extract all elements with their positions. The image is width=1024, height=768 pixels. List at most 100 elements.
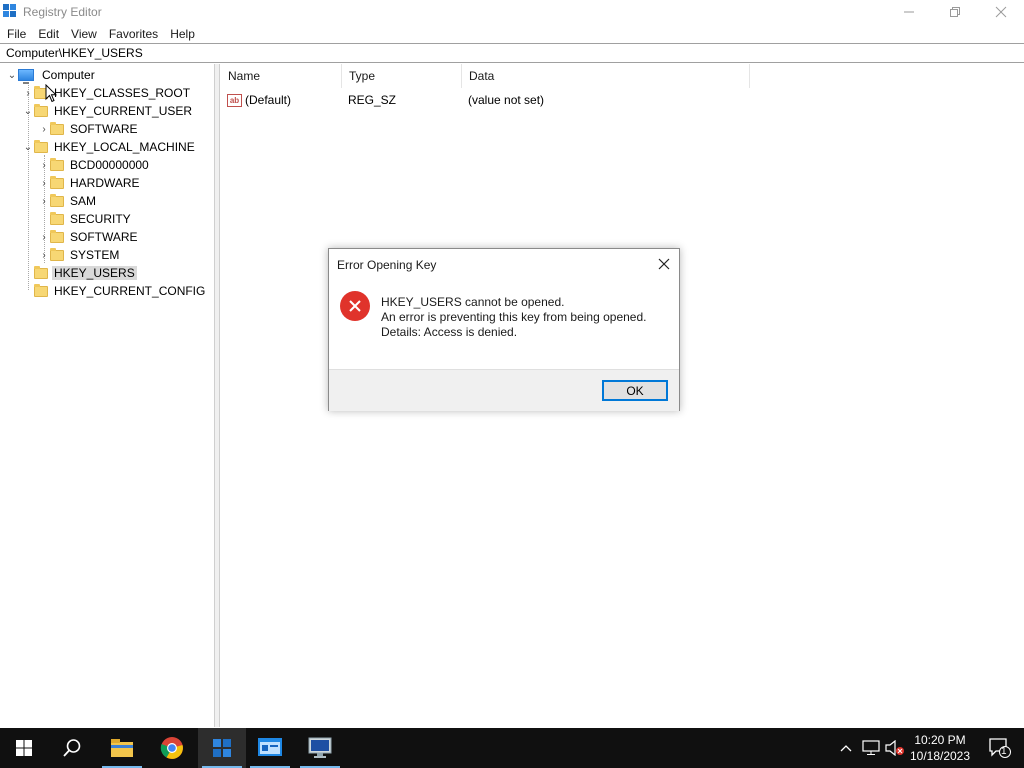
minimize-button[interactable] <box>886 0 932 24</box>
close-icon <box>995 6 1007 18</box>
tree-item-hkey-current-config[interactable]: HKEY_CURRENT_CONFIG <box>22 282 207 300</box>
chevron-up-icon <box>840 745 852 752</box>
address-path: Computer\HKEY_USERS <box>6 46 143 60</box>
chevron-down-icon[interactable]: ⌄ <box>6 66 18 84</box>
chevron-down-icon[interactable]: ⌄ <box>22 138 34 156</box>
control-panel-icon <box>258 738 282 756</box>
tree-item-label: HKEY_USERS <box>52 266 137 280</box>
key-tree: ⌄ Computer › HKEY_CLASSES_ROOT ⌄ HKEY_CU… <box>0 64 215 727</box>
notification-icon <box>989 738 1011 758</box>
folder-icon <box>50 247 64 261</box>
value-name: (Default) <box>245 93 292 107</box>
chevron-right-icon[interactable]: › <box>38 156 50 174</box>
tree-item-hkey-local-machine[interactable]: ⌄ HKEY_LOCAL_MACHINE <box>22 138 197 156</box>
tree-item-label: SAM <box>70 194 97 208</box>
tree-item-label: HARDWARE <box>70 176 140 190</box>
close-icon <box>658 258 670 270</box>
close-button[interactable] <box>978 0 1024 24</box>
search-icon <box>63 739 81 757</box>
tree-item-label: SYSTEM <box>70 248 120 262</box>
remote-desktop-icon <box>308 737 332 758</box>
value-type: REG_SZ <box>348 93 397 107</box>
tree-item-hkcu-software[interactable]: › SOFTWARE <box>38 120 140 138</box>
tree-item-label: SECURITY <box>70 212 131 226</box>
mouse-cursor-icon <box>45 84 57 103</box>
value-data-cell: (value not set) <box>468 91 544 109</box>
tree-item-label: SOFTWARE <box>70 230 138 244</box>
file-explorer-icon <box>111 739 133 757</box>
tree-item-security[interactable]: SECURITY <box>38 210 133 228</box>
string-value-icon: ab <box>227 93 242 107</box>
chevron-right-icon[interactable]: › <box>38 246 50 264</box>
value-type-cell: REG_SZ <box>348 91 396 109</box>
dialog-message-line2: An error is preventing this key from bei… <box>381 310 647 324</box>
menu-file[interactable]: File <box>0 27 32 41</box>
chevron-down-icon[interactable]: ⌄ <box>22 102 34 120</box>
dialog-close-button[interactable] <box>654 255 674 273</box>
tree-item-label: HKEY_CURRENT_CONFIG <box>54 284 206 298</box>
tree-item-computer[interactable]: ⌄ Computer <box>6 66 97 84</box>
computer-icon <box>18 69 34 84</box>
show-hidden-icons-button[interactable] <box>836 728 856 768</box>
folder-icon <box>34 103 48 117</box>
clock-date: 10/18/2023 <box>909 749 971 763</box>
folder-icon <box>34 283 48 297</box>
folder-icon <box>34 265 48 279</box>
menu-view[interactable]: View <box>65 27 103 41</box>
taskbar-registry-editor[interactable] <box>198 728 246 768</box>
pane-splitter[interactable] <box>215 64 220 727</box>
chevron-right-icon[interactable]: › <box>38 120 50 138</box>
action-center-button[interactable]: 1 <box>980 728 1020 768</box>
taskbar-remote-desktop[interactable] <box>296 728 344 768</box>
minimize-icon <box>904 11 914 13</box>
dialog-footer: OK <box>329 369 679 411</box>
tree-item-hklm-software[interactable]: › SOFTWARE <box>38 228 140 246</box>
taskbar: 10:20 PM 10/18/2023 1 <box>0 728 1024 768</box>
chevron-right-icon[interactable]: › <box>38 174 50 192</box>
taskbar-chrome[interactable] <box>148 728 196 768</box>
chrome-icon <box>160 737 183 759</box>
network-button[interactable] <box>860 728 882 768</box>
tree-item-label: BCD00000000 <box>70 158 149 172</box>
ok-button[interactable]: OK <box>602 380 668 401</box>
folder-icon <box>50 229 64 243</box>
taskbar-control-panel[interactable] <box>246 728 294 768</box>
tree-item-label: HKEY_CLASSES_ROOT <box>54 86 191 100</box>
error-icon <box>340 291 370 321</box>
taskbar-file-explorer[interactable] <box>98 728 146 768</box>
folder-icon <box>50 193 64 207</box>
tree-item-hkey-users[interactable]: HKEY_USERS <box>22 264 137 282</box>
value-data: (value not set) <box>468 93 545 107</box>
start-button[interactable] <box>0 728 48 768</box>
tree-item-system[interactable]: › SYSTEM <box>38 246 121 264</box>
tree-item-hardware[interactable]: › HARDWARE <box>38 174 142 192</box>
column-header-type[interactable]: Type <box>342 64 462 88</box>
chevron-right-icon[interactable]: › <box>38 228 50 246</box>
tree-item-bcd[interactable]: › BCD00000000 <box>38 156 151 174</box>
error-dialog: Error Opening Key HKEY_USERS cannot be o… <box>328 248 680 411</box>
windows-logo-icon <box>16 740 32 756</box>
restore-button[interactable] <box>932 0 978 24</box>
tree-item-label: SOFTWARE <box>70 122 138 136</box>
clock-time: 10:20 PM <box>914 733 966 747</box>
volume-button[interactable] <box>884 728 906 768</box>
address-bar[interactable]: Computer\HKEY_USERS <box>0 43 1024 63</box>
column-header-data[interactable]: Data <box>462 64 750 88</box>
tree-item-hkey-current-user[interactable]: ⌄ HKEY_CURRENT_USER <box>22 102 194 120</box>
tree-item-sam[interactable]: › SAM <box>38 192 98 210</box>
menu-favorites[interactable]: Favorites <box>103 27 164 41</box>
chevron-right-icon[interactable]: › <box>38 192 50 210</box>
menu-help[interactable]: Help <box>164 27 201 41</box>
folder-icon <box>50 121 64 135</box>
taskbar-clock[interactable]: 10:20 PM 10/18/2023 <box>904 732 976 764</box>
dialog-title: Error Opening Key <box>337 258 437 272</box>
dialog-message-line3: Details: Access is denied. <box>381 325 518 339</box>
menu-bar: File Edit View Favorites Help <box>0 24 1024 43</box>
chevron-right-icon[interactable]: › <box>22 84 34 102</box>
column-header-name[interactable]: Name <box>221 64 342 88</box>
network-icon <box>862 740 880 755</box>
value-row-default[interactable]: ab (Default) <box>227 91 342 109</box>
folder-icon <box>50 157 64 171</box>
search-button[interactable] <box>48 728 96 768</box>
menu-edit[interactable]: Edit <box>32 27 65 41</box>
